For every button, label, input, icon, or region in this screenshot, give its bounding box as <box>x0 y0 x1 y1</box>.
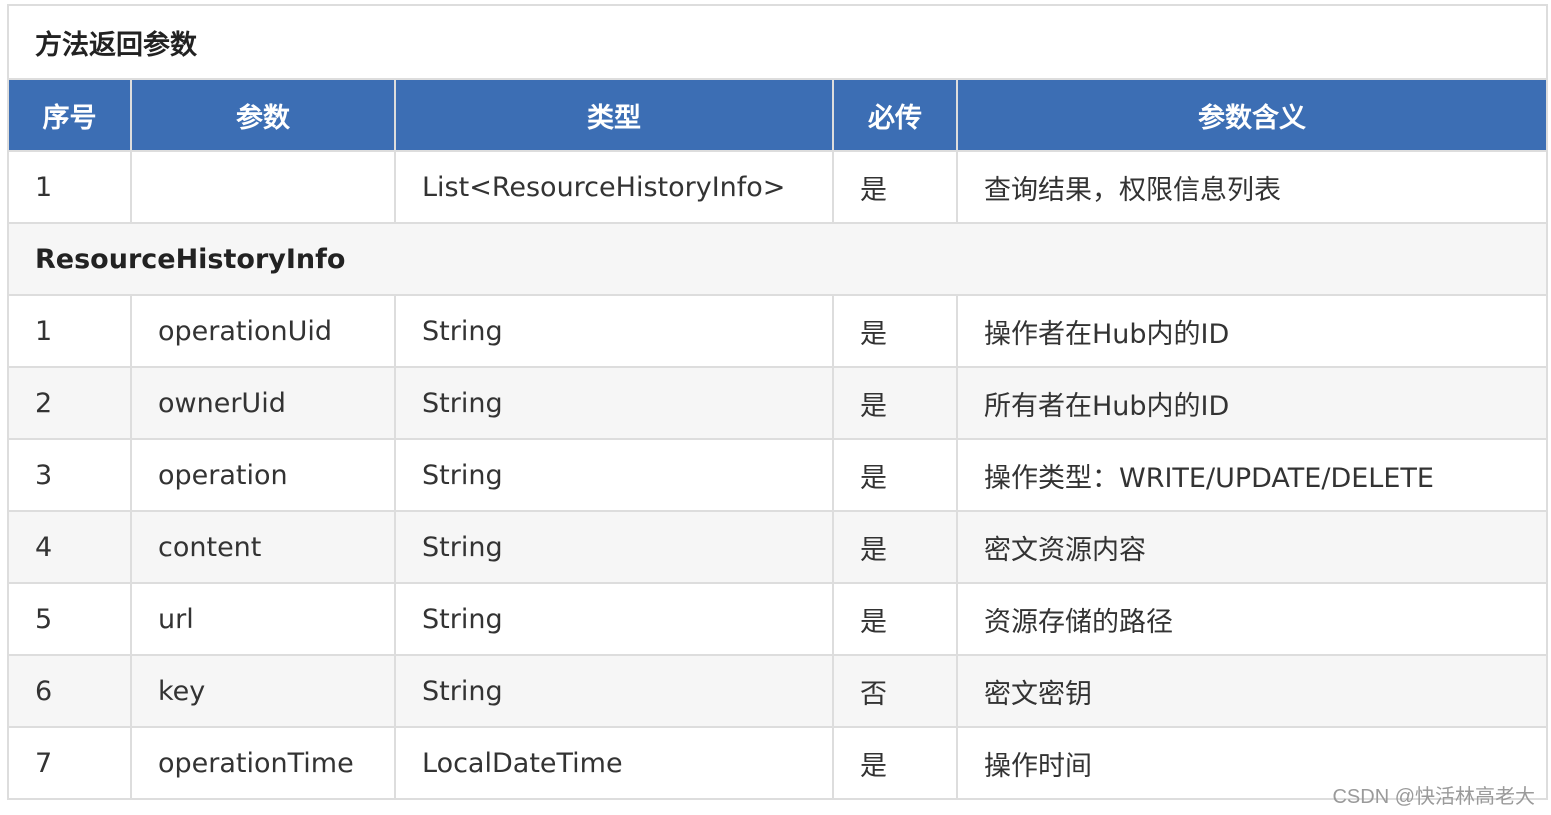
cell-no: 4 <box>7 510 132 584</box>
cell-required: 否 <box>832 654 958 728</box>
table-row: 5 url String 是 资源存储的路径 <box>7 582 1548 656</box>
section-row: ResourceHistoryInfo <box>7 222 1548 296</box>
cell-param: operation <box>130 438 396 512</box>
cell-type: String <box>394 510 834 584</box>
cell-required: 是 <box>832 582 958 656</box>
cell-param: content <box>130 510 396 584</box>
cell-param <box>130 150 396 224</box>
cell-meaning: 资源存储的路径 <box>956 582 1548 656</box>
table-row: 3 operation String 是 操作类型：WRITE/UPDATE/D… <box>7 438 1548 512</box>
cell-no: 1 <box>7 150 132 224</box>
cell-no: 3 <box>7 438 132 512</box>
cell-param: url <box>130 582 396 656</box>
cell-type: List<ResourceHistoryInfo> <box>394 150 834 224</box>
cell-required: 是 <box>832 726 958 800</box>
table-row: 6 key String 否 密文密钥 <box>7 654 1548 728</box>
return-params-table: 方法返回参数 序号 参数 类型 必传 参数含义 1 List<ResourceH… <box>7 4 1548 800</box>
params-table-container: 方法返回参数 序号 参数 类型 必传 参数含义 1 List<ResourceH… <box>7 4 1548 800</box>
cell-param: key <box>130 654 396 728</box>
table-title: 方法返回参数 <box>7 4 1548 80</box>
header-param: 参数 <box>130 78 396 152</box>
table-row: 4 content String 是 密文资源内容 <box>7 510 1548 584</box>
cell-meaning: 操作类型：WRITE/UPDATE/DELETE <box>956 438 1548 512</box>
header-meaning: 参数含义 <box>956 78 1548 152</box>
header-row: 序号 参数 类型 必传 参数含义 <box>7 78 1548 152</box>
cell-meaning: 密文密钥 <box>956 654 1548 728</box>
cell-meaning: 密文资源内容 <box>956 510 1548 584</box>
cell-type: String <box>394 294 834 368</box>
cell-required: 是 <box>832 150 958 224</box>
table-title-row: 方法返回参数 <box>7 4 1548 80</box>
cell-type: String <box>394 582 834 656</box>
cell-meaning: 所有者在Hub内的ID <box>956 366 1548 440</box>
cell-meaning: 操作者在Hub内的ID <box>956 294 1548 368</box>
cell-type: LocalDateTime <box>394 726 834 800</box>
table-row: 2 ownerUid String 是 所有者在Hub内的ID <box>7 366 1548 440</box>
cell-no: 5 <box>7 582 132 656</box>
cell-required: 是 <box>832 438 958 512</box>
cell-no: 6 <box>7 654 132 728</box>
table-row: 1 operationUid String 是 操作者在Hub内的ID <box>7 294 1548 368</box>
cell-no: 2 <box>7 366 132 440</box>
csdn-watermark: CSDN @快活林高老大 <box>1332 786 1535 808</box>
cell-type: String <box>394 654 834 728</box>
header-required: 必传 <box>832 78 958 152</box>
cell-type: String <box>394 438 834 512</box>
header-no: 序号 <box>7 78 132 152</box>
cell-required: 是 <box>832 366 958 440</box>
cell-param: operationTime <box>130 726 396 800</box>
cell-no: 1 <box>7 294 132 368</box>
table-row: 1 List<ResourceHistoryInfo> 是 查询结果，权限信息列… <box>7 150 1548 224</box>
cell-meaning: 查询结果，权限信息列表 <box>956 150 1548 224</box>
cell-type: String <box>394 366 834 440</box>
section-label: ResourceHistoryInfo <box>7 222 1548 296</box>
cell-param: ownerUid <box>130 366 396 440</box>
cell-required: 是 <box>832 294 958 368</box>
cell-required: 是 <box>832 510 958 584</box>
cell-param: operationUid <box>130 294 396 368</box>
table-row: 7 operationTime LocalDateTime 是 操作时间 <box>7 726 1548 800</box>
header-type: 类型 <box>394 78 834 152</box>
cell-no: 7 <box>7 726 132 800</box>
